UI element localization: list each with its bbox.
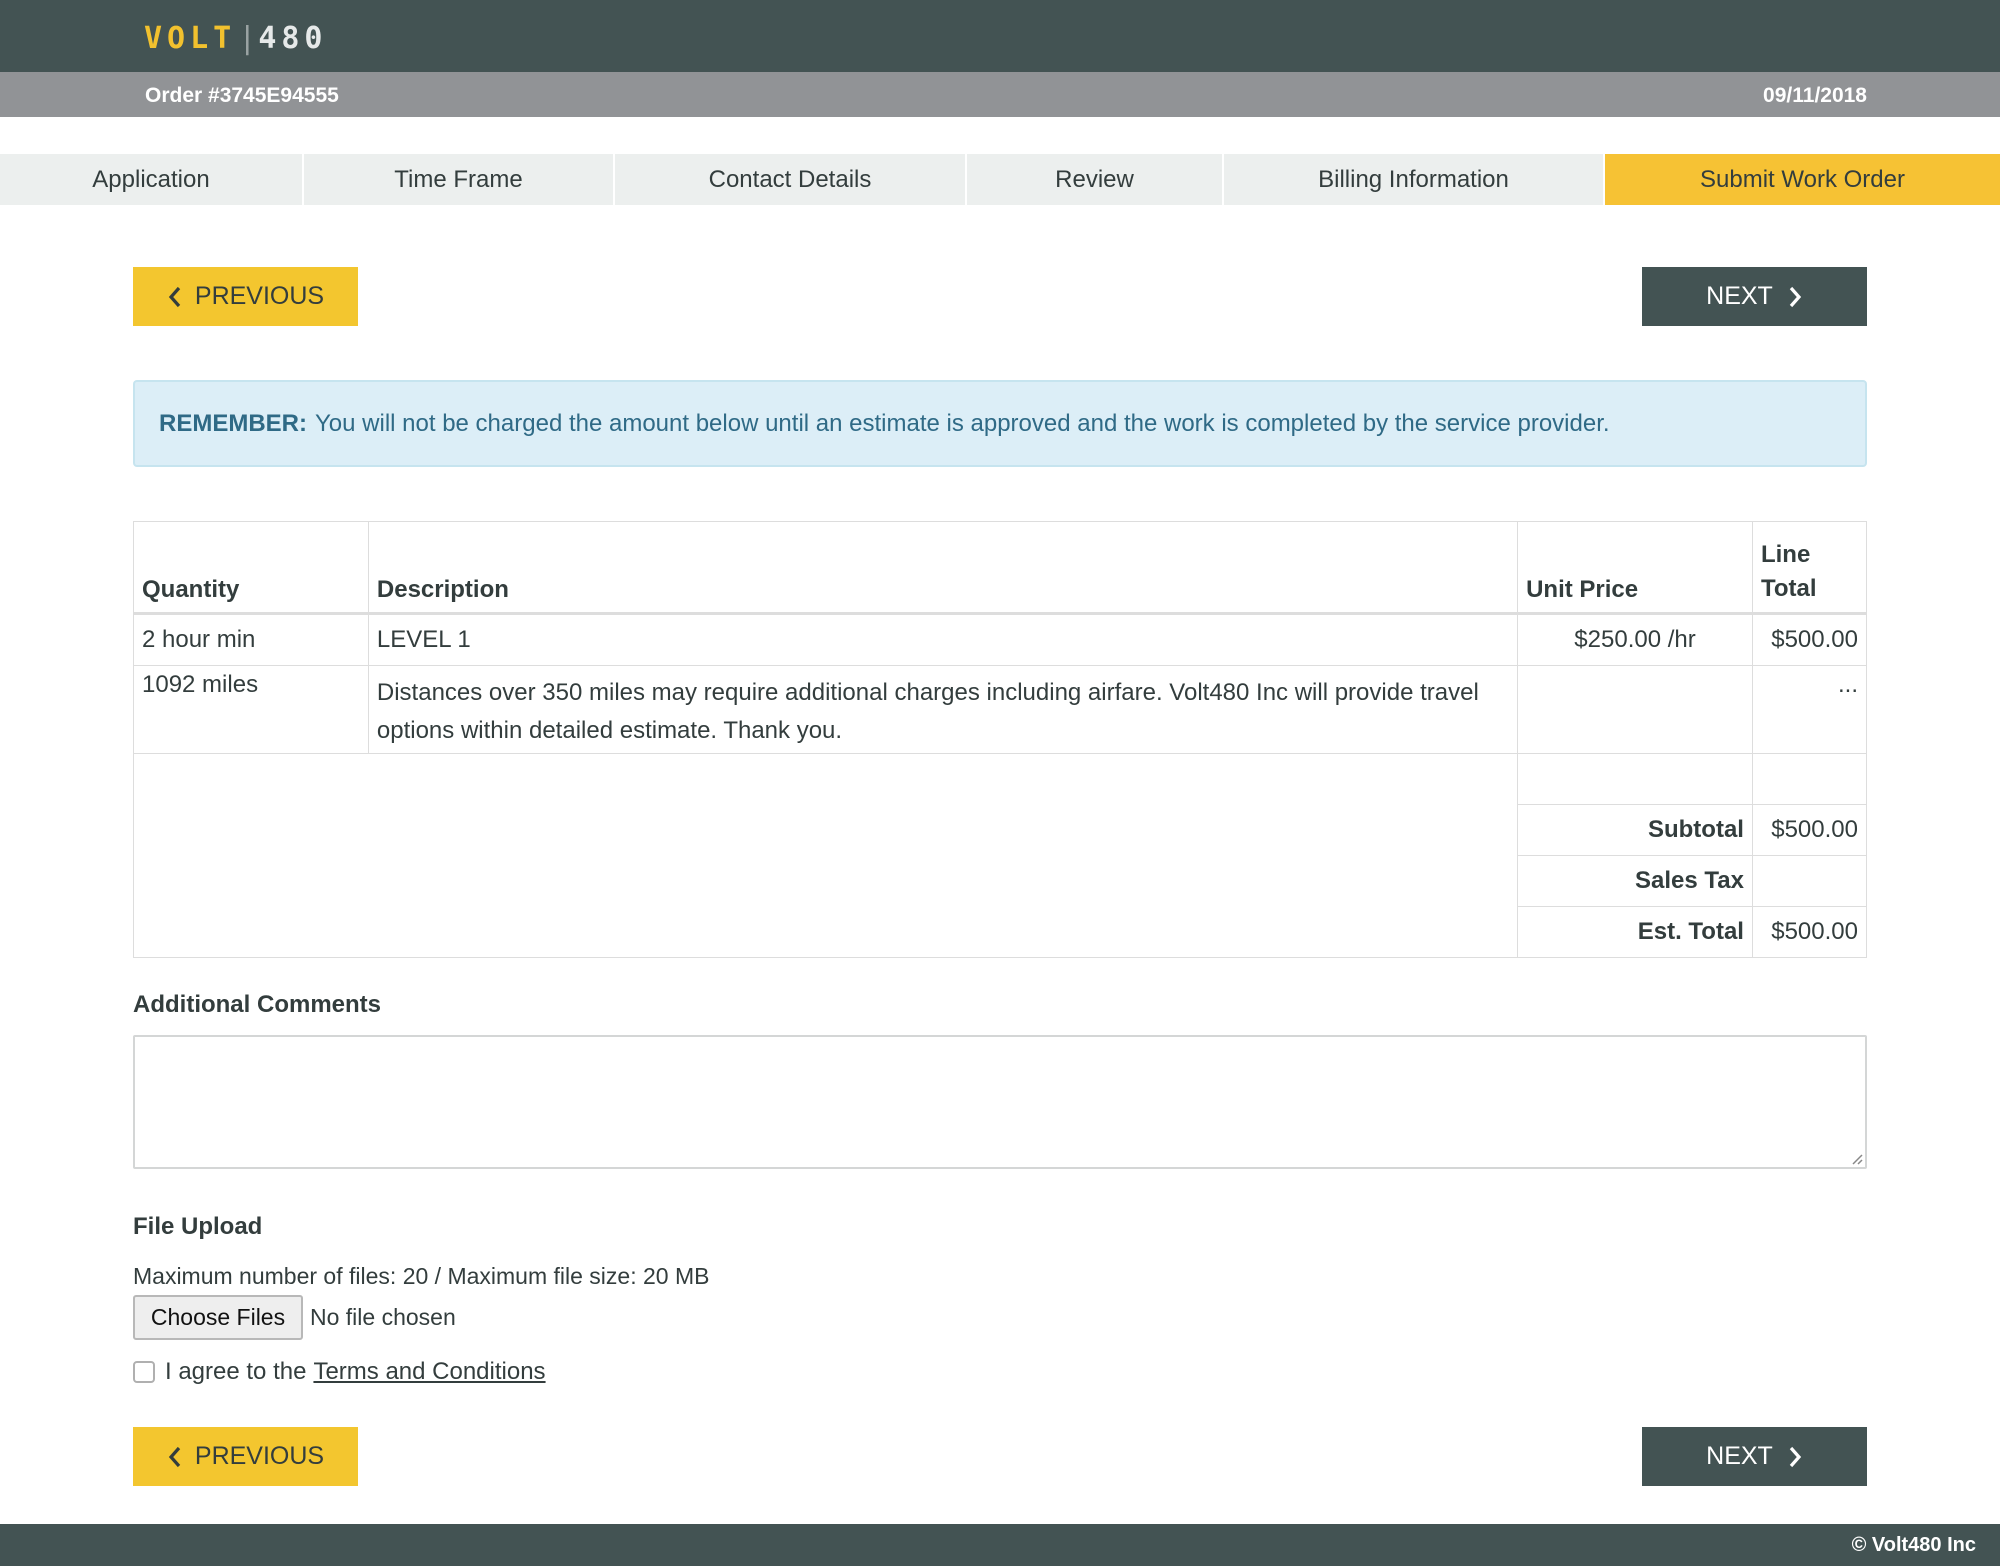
footer: © Volt480 Inc: [0, 1524, 2000, 1566]
footer-copyright: © Volt480 Inc: [1851, 1534, 1976, 1556]
tab-review[interactable]: Review: [967, 154, 1224, 205]
table-header-row: Quantity Description Unit Price Line Tota…: [133, 521, 1868, 615]
cell-quantity: 1092 miles: [133, 665, 369, 754]
cell-quantity: 2 hour min: [133, 613, 369, 666]
header-description: Description: [367, 521, 1519, 615]
tab-billing-information[interactable]: Billing Information: [1224, 154, 1605, 205]
cell-unit-price: [1517, 665, 1753, 754]
previous-button-top[interactable]: PREVIOUS: [133, 267, 358, 326]
file-upload-hint: Maximum number of files: 20 / Maximum fi…: [133, 1263, 710, 1289]
choose-files-button[interactable]: Choose Files: [133, 1295, 303, 1340]
header-unit-price: Unit Price: [1517, 521, 1753, 615]
additional-comments-label: Additional Comments: [133, 991, 382, 1018]
table-spacer-row: [132, 753, 1868, 958]
tab-label: Contact Details: [708, 165, 872, 193]
notice-strong: REMEMBER:: [159, 409, 307, 437]
est-total-label: Est. Total: [1517, 906, 1753, 958]
header-line-total: Line Total: [1751, 521, 1868, 615]
remember-notice: REMEMBER: You will not be charged the am…: [133, 380, 1867, 467]
tab-contact-details[interactable]: Contact Details: [615, 154, 967, 205]
logo-volt-text: VOLT: [144, 20, 237, 56]
tab-label: Submit Work Order: [1700, 165, 1905, 193]
sales-tax-value: [1751, 855, 1868, 907]
chevron-left-icon: [168, 1446, 181, 1467]
subtotal-label: Subtotal: [1517, 804, 1753, 856]
additional-comments-textarea[interactable]: [133, 1035, 1867, 1169]
tab-time-frame[interactable]: Time Frame: [304, 154, 615, 205]
tab-label: Application: [92, 165, 210, 193]
table-row: 1092 miles Distances over 350 miles may …: [133, 665, 1868, 754]
est-total-value: $500.00: [1751, 906, 1868, 958]
logo-separator: |: [238, 20, 257, 56]
previous-label: PREVIOUS: [194, 282, 325, 310]
file-status: No file chosen: [310, 1304, 456, 1330]
previous-button-bottom[interactable]: PREVIOUS: [133, 1427, 358, 1486]
cell-empty: [1517, 753, 1753, 805]
next-button-top[interactable]: NEXT: [1642, 267, 1867, 326]
cell-empty: [1751, 753, 1868, 805]
notice-text: You will not be charged the amount below…: [315, 409, 1610, 437]
cell-line-total: $500.00: [1751, 613, 1868, 666]
terms-agreement: I agree to the Terms and Conditions: [133, 1358, 546, 1386]
logo-number-text: 480: [258, 20, 328, 56]
volt480-logo[interactable]: VOLT | 480: [144, 20, 328, 56]
table-row: 2 hour min LEVEL 1 $250.00 /hr $500.00: [133, 613, 1868, 666]
cell-description: Distances over 350 miles may require add…: [367, 665, 1519, 754]
next-label: NEXT: [1706, 1442, 1773, 1470]
cell-line-total: ...: [1751, 665, 1868, 754]
top-header: VOLT | 480: [0, 0, 2000, 72]
tab-submit-work-order[interactable]: Submit Work Order: [1605, 154, 2000, 205]
next-button-bottom[interactable]: NEXT: [1642, 1427, 1867, 1486]
chevron-right-icon: [1789, 286, 1801, 307]
order-bar: Order #3745E94555 09/11/2018: [0, 72, 2000, 117]
tab-application[interactable]: Application: [0, 154, 304, 205]
chevron-right-icon: [1789, 1446, 1801, 1467]
next-label: NEXT: [1706, 282, 1773, 310]
estimate-table: Quantity Description Unit Price Line Tota…: [132, 521, 1868, 958]
tab-label: Time Frame: [394, 165, 523, 193]
order-date: 09/11/2018: [1763, 84, 1867, 107]
order-number: Order #3745E94555: [145, 84, 339, 107]
step-tabs: Application Time Frame Contact Details R…: [0, 154, 2000, 205]
cell-empty-summary: [132, 753, 1519, 958]
resize-grip-icon[interactable]: [1849, 1151, 1863, 1165]
terms-checkbox[interactable]: [133, 1361, 155, 1383]
terms-prefix: I agree to the: [165, 1358, 307, 1385]
tab-label: Review: [1055, 165, 1134, 193]
sales-tax-label: Sales Tax: [1517, 855, 1753, 907]
header-line-total-line2: Total: [1760, 575, 1817, 602]
cell-description: LEVEL 1: [367, 613, 1519, 666]
tab-label: Billing Information: [1318, 165, 1509, 193]
terms-link[interactable]: Terms and Conditions: [313, 1358, 545, 1386]
cell-unit-price: $250.00 /hr: [1517, 613, 1753, 666]
subtotal-value: $500.00: [1751, 804, 1868, 856]
file-upload-label: File Upload: [133, 1213, 263, 1240]
chevron-left-icon: [168, 286, 181, 307]
header-line-total-line1: Line: [1760, 541, 1811, 568]
header-quantity: Quantity: [133, 521, 369, 615]
previous-label: PREVIOUS: [194, 1442, 325, 1470]
